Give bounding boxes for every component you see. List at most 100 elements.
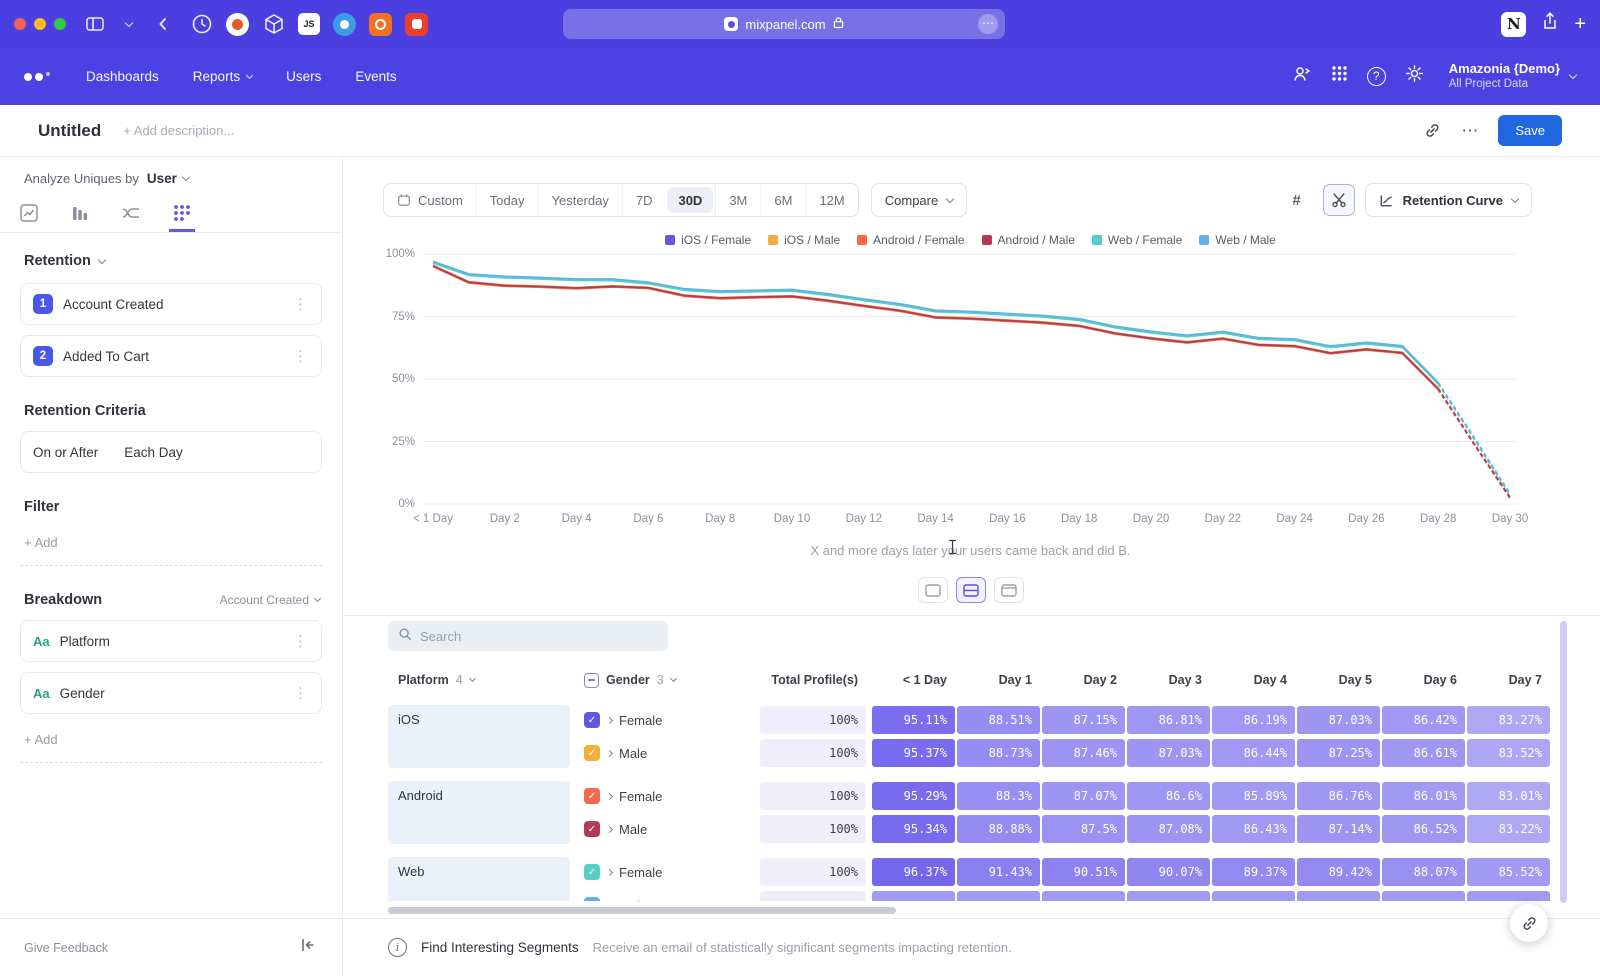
retention-value-cell[interactable]: 83.27% bbox=[1467, 706, 1550, 734]
share-link-floating-button[interactable] bbox=[1510, 904, 1548, 942]
date-range-option-7d[interactable]: 7D bbox=[622, 184, 666, 216]
chevron-right-icon[interactable] bbox=[606, 868, 613, 875]
kebab-menu-icon[interactable]: ⋮ bbox=[293, 684, 309, 702]
tab-overview-chevron-icon[interactable] bbox=[116, 11, 142, 37]
chart-type-dropdown[interactable]: Retention Curve bbox=[1365, 183, 1532, 217]
gender-checkbox[interactable]: ✓ bbox=[584, 821, 600, 837]
gender-checkbox[interactable]: ✓ bbox=[584, 745, 600, 761]
tab-insights[interactable] bbox=[16, 196, 42, 232]
report-title[interactable]: Untitled bbox=[38, 121, 101, 141]
nav-reports[interactable]: Reports bbox=[193, 69, 252, 84]
tab-retention[interactable] bbox=[169, 196, 195, 232]
interesting-segments-bar[interactable]: i Find Interesting Segments Receive an e… bbox=[343, 919, 1600, 976]
help-icon[interactable]: ? bbox=[1367, 67, 1386, 86]
gender-column-header[interactable]: Gender3 bbox=[574, 673, 760, 688]
cube-extension-icon[interactable] bbox=[262, 13, 285, 36]
platform-cell[interactable]: iOS bbox=[388, 705, 570, 768]
retention-value-cell[interactable]: 88.73% bbox=[957, 739, 1040, 767]
red-extension-icon[interactable] bbox=[405, 13, 428, 36]
share-icon[interactable] bbox=[1542, 12, 1558, 36]
retention-value-cell[interactable]: 87.25% bbox=[1297, 739, 1380, 767]
window-zoom-button[interactable] bbox=[54, 18, 66, 30]
hash-icon-button[interactable]: # bbox=[1281, 184, 1313, 216]
tab-funnels[interactable] bbox=[67, 196, 93, 232]
retention-value-cell[interactable]: 87.15% bbox=[1042, 706, 1125, 734]
nav-events[interactable]: Events bbox=[355, 69, 396, 84]
window-close-button[interactable] bbox=[14, 18, 26, 30]
platform-cell[interactable]: Web bbox=[388, 857, 570, 901]
apps-grid-icon[interactable] bbox=[1331, 65, 1348, 87]
retention-value-cell[interactable]: 95.29% bbox=[872, 782, 955, 810]
new-tab-icon[interactable]: + bbox=[1574, 14, 1586, 34]
round-extension-icon[interactable] bbox=[226, 13, 249, 36]
legend-item[interactable]: Android / Female bbox=[857, 233, 964, 247]
tab-flows[interactable] bbox=[118, 196, 144, 232]
retention-value-cell[interactable]: 90.07% bbox=[1127, 858, 1210, 886]
retention-value-cell[interactable]: 86.76% bbox=[1297, 782, 1380, 810]
date-range-option-custom[interactable]: Custom bbox=[384, 184, 476, 216]
save-button[interactable]: Save bbox=[1498, 115, 1562, 146]
compare-button[interactable]: Compare bbox=[871, 183, 967, 217]
retention-value-cell[interactable] bbox=[1212, 891, 1295, 901]
retention-value-cell[interactable]: 86.44% bbox=[1212, 739, 1295, 767]
date-range-option-30d[interactable]: 30D bbox=[667, 187, 713, 213]
retention-value-cell[interactable]: 87.08% bbox=[1127, 815, 1210, 843]
retention-value-cell[interactable]: 83.01% bbox=[1467, 782, 1550, 810]
legend-item[interactable]: Web / Male bbox=[1199, 233, 1275, 247]
chevron-right-icon[interactable] bbox=[606, 716, 613, 723]
mixpanel-logo[interactable] bbox=[24, 72, 50, 82]
legend-item[interactable]: iOS / Female bbox=[665, 233, 751, 247]
url-bar[interactable]: mixpanel.com ⋯ bbox=[563, 9, 1005, 39]
chevron-right-icon[interactable] bbox=[606, 792, 613, 799]
retention-value-cell[interactable]: 85.52% bbox=[1467, 858, 1550, 886]
retention-value-cell[interactable] bbox=[1467, 891, 1550, 901]
legend-item[interactable]: iOS / Male bbox=[768, 233, 840, 247]
orange-extension-icon[interactable] bbox=[369, 13, 392, 36]
breakdown-scope-dropdown[interactable]: Account Created bbox=[220, 593, 320, 607]
add-description-button[interactable]: + Add description... bbox=[123, 123, 234, 138]
view-split-button[interactable] bbox=[956, 577, 986, 603]
account-switcher[interactable]: Amazonia {Demo} All Project Data bbox=[1449, 61, 1576, 93]
js-extension-icon[interactable]: JS bbox=[298, 13, 320, 35]
retention-value-cell[interactable] bbox=[1042, 891, 1125, 901]
retention-value-cell[interactable] bbox=[872, 891, 955, 901]
date-range-option-today[interactable]: Today bbox=[476, 184, 538, 216]
kebab-menu-icon[interactable]: ⋮ bbox=[293, 347, 309, 365]
retention-value-cell[interactable]: 89.42% bbox=[1297, 858, 1380, 886]
settings-gear-icon[interactable] bbox=[1405, 64, 1424, 88]
profiles-icon[interactable] bbox=[1292, 64, 1312, 89]
retention-value-cell[interactable]: 95.34% bbox=[872, 815, 955, 843]
retention-value-cell[interactable]: 87.03% bbox=[1127, 739, 1210, 767]
retention-value-cell[interactable]: 87.14% bbox=[1297, 815, 1380, 843]
gender-checkbox[interactable]: ✓ bbox=[584, 897, 600, 901]
filter-add-button[interactable]: + Add bbox=[24, 535, 318, 550]
window-minimize-button[interactable] bbox=[34, 18, 46, 30]
give-feedback-link[interactable]: Give Feedback bbox=[24, 941, 108, 955]
nav-dashboards[interactable]: Dashboards bbox=[86, 69, 159, 84]
retention-value-cell[interactable]: 86.42% bbox=[1382, 706, 1465, 734]
platform-column-header[interactable]: Platform4 bbox=[388, 673, 574, 687]
gender-checkbox[interactable]: ✓ bbox=[584, 712, 600, 728]
retention-value-cell[interactable]: 88.3% bbox=[957, 782, 1040, 810]
breakdown-item[interactable]: AaGender⋮ bbox=[20, 672, 322, 714]
tools-icon-button[interactable] bbox=[1323, 184, 1355, 216]
retention-value-cell[interactable] bbox=[1127, 891, 1210, 901]
retention-value-cell[interactable] bbox=[1382, 891, 1465, 901]
legend-item[interactable]: Android / Male bbox=[982, 233, 1075, 247]
retention-step[interactable]: 1Account Created⋮ bbox=[20, 283, 322, 325]
retention-value-cell[interactable]: 87.07% bbox=[1042, 782, 1125, 810]
view-table-only-button[interactable] bbox=[994, 577, 1024, 603]
retention-value-cell[interactable]: 86.61% bbox=[1382, 739, 1465, 767]
breakdown-add-button[interactable]: + Add bbox=[24, 732, 318, 747]
retention-step[interactable]: 2Added To Cart⋮ bbox=[20, 335, 322, 377]
retention-value-cell[interactable]: 88.51% bbox=[957, 706, 1040, 734]
copy-link-button[interactable] bbox=[1424, 122, 1441, 139]
retention-value-cell[interactable]: 85.89% bbox=[1212, 782, 1295, 810]
breakdown-item[interactable]: AaPlatform⋮ bbox=[20, 620, 322, 662]
date-range-option-12m[interactable]: 12M bbox=[805, 184, 857, 216]
collapse-sidebar-icon[interactable] bbox=[300, 937, 316, 958]
clock-extension-icon[interactable] bbox=[190, 13, 213, 36]
date-range-option-yesterday[interactable]: Yesterday bbox=[538, 184, 622, 216]
retention-value-cell[interactable]: 88.07% bbox=[1382, 858, 1465, 886]
kebab-menu-icon[interactable]: ⋮ bbox=[293, 295, 309, 313]
